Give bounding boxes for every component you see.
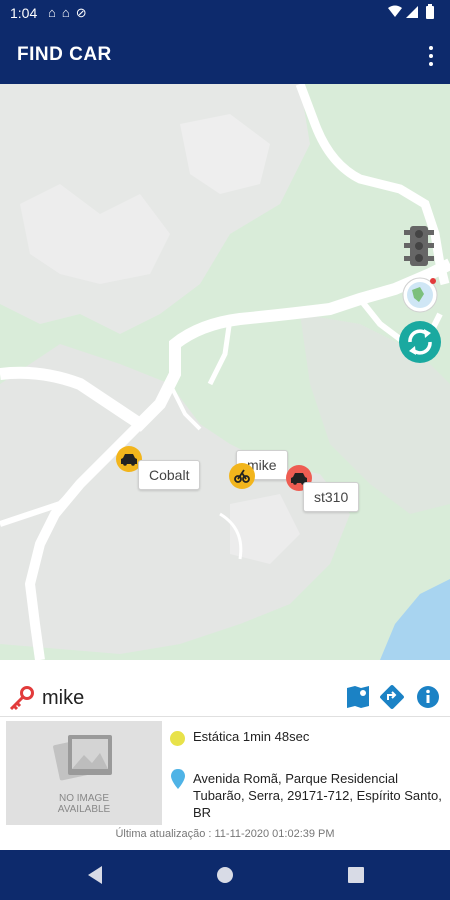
directions-button[interactable]: [379, 684, 405, 710]
app-title: FIND CAR: [17, 44, 112, 65]
info-button[interactable]: [415, 684, 441, 710]
status-time: 1:04: [10, 5, 38, 21]
map-view-button[interactable]: [345, 684, 371, 710]
refresh-button[interactable]: [398, 320, 442, 364]
system-icons: [386, 4, 442, 23]
marker-label[interactable]: Cobalt: [138, 460, 201, 490]
signal-icon: [406, 6, 418, 18]
notification-icons: ⌂⌂⊘: [48, 5, 93, 21]
refresh-icon: [399, 321, 441, 363]
image-placeholder-icon: [53, 735, 112, 781]
overflow-menu-icon[interactable]: [426, 42, 436, 70]
vehicle-name: mike: [42, 687, 85, 709]
traffic-layer-button[interactable]: [402, 224, 436, 268]
recents-icon[interactable]: [347, 865, 365, 885]
notification-icon: ⌂: [48, 5, 62, 20]
vehicle-photo-placeholder: NO IMAGE AVAILABLE: [6, 721, 162, 825]
vehicle-details-panel: mike NO IMAGE AVAILABLE Estática 1min 48…: [0, 660, 450, 850]
vehicle-header: mike: [0, 660, 450, 712]
notification-icon: ⌂: [61, 5, 76, 20]
app-bar: FIND CAR: [0, 28, 450, 84]
wifi-icon: [388, 5, 402, 17]
vehicle-info: NO IMAGE AVAILABLE Estática 1min 48sec A…: [0, 716, 450, 829]
key-icon: [9, 686, 34, 711]
no-image-label: NO IMAGE AVAILABLE: [57, 793, 111, 815]
traffic-light-icon: [404, 226, 434, 266]
vehicle-status: Estática 1min 48sec: [193, 729, 310, 744]
battery-icon: [426, 6, 434, 19]
status-indicator: [170, 731, 185, 746]
vehicle-address: Avenida Romã, Parque Residencial Tubarão…: [193, 771, 442, 820]
map-view[interactable]: Cobalt mike st310: [0, 84, 450, 660]
map-pin-icon: [347, 686, 369, 708]
navigation-bar: [0, 850, 450, 900]
vehicle-marker[interactable]: [229, 463, 255, 489]
sync-icon: ⊘: [75, 5, 93, 20]
moto-icon: [234, 469, 250, 483]
marker-label[interactable]: st310: [303, 482, 360, 512]
last-update: Última atualização : 11-11-2020 01:02:39…: [115, 828, 335, 840]
status-bar: 1:04 ⌂⌂⊘: [0, 0, 450, 28]
location-pin-icon: [171, 769, 185, 789]
car-icon: [121, 454, 137, 466]
map-type-button[interactable]: [400, 274, 440, 314]
map-background: [0, 84, 450, 660]
back-icon[interactable]: [86, 865, 104, 885]
info-icon: [417, 686, 439, 708]
directions-icon: [380, 685, 404, 709]
globe-icon: [402, 277, 438, 313]
home-icon[interactable]: [216, 865, 234, 885]
